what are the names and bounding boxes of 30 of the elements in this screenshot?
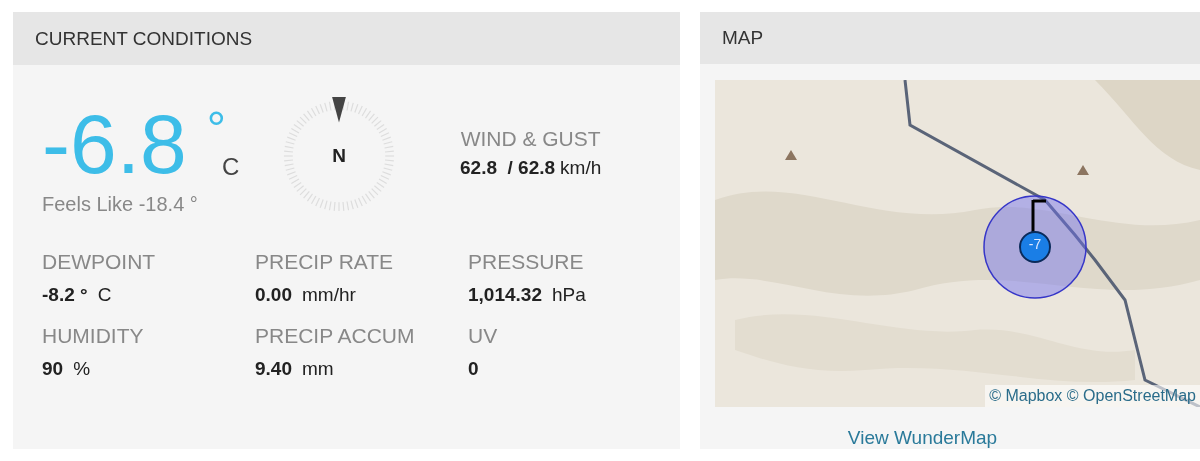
feels-like-text: Feels Like -18.4 °: [42, 193, 199, 216]
stat-value: -8.2 °: [42, 284, 88, 306]
stat-value: 0: [468, 358, 479, 380]
wind-unit: km/h: [560, 157, 602, 179]
stat-value: 1,014.32: [468, 284, 542, 306]
marker-label: -7: [1027, 236, 1043, 252]
wind-direction: N: [332, 145, 346, 167]
stat-unit: %: [73, 358, 91, 380]
stat-label: PRESSURE: [468, 250, 585, 274]
temperature-unit: C: [221, 153, 240, 181]
degree-sign: °: [206, 105, 226, 153]
stat-label: DEWPOINT: [42, 250, 157, 274]
stat-unit: mm/hr: [302, 284, 356, 306]
stat-unit: mm: [302, 358, 334, 380]
card-title: CURRENT CONDITIONS: [35, 27, 253, 50]
map-attribution: © Mapbox © OpenStreetMap: [985, 385, 1200, 407]
wind-label: WIND & GUST: [460, 127, 601, 151]
stat-value: 9.40: [255, 358, 292, 380]
stat-value: 90: [42, 358, 64, 380]
temperature-value: -6.8: [42, 101, 187, 187]
stat-value: 0.00: [255, 284, 292, 306]
stat-label: PRECIP RATE: [255, 250, 395, 274]
stat-unit: hPa: [551, 284, 586, 306]
stat-label: PRECIP ACCUM: [255, 324, 416, 348]
stat-label: HUMIDITY: [42, 324, 145, 348]
view-map-link[interactable]: View WunderMap: [847, 427, 998, 449]
stat-label: UV: [468, 324, 499, 348]
wind-value: 62.8 / 62.8: [460, 157, 556, 179]
stat-unit: C: [97, 284, 112, 306]
card-title: MAP: [722, 27, 764, 49]
